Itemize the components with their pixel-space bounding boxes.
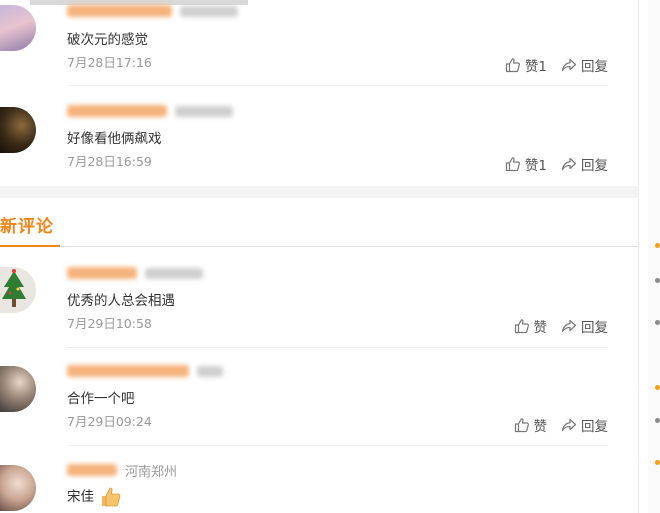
sidebar-dot [655, 320, 660, 325]
section-title[interactable]: 新评论 [0, 212, 54, 237]
comment-actions: 赞 回复 [514, 415, 608, 435]
reply-label: 回复 [581, 158, 608, 174]
comment-time: 7月29日10:58 [67, 316, 152, 331]
share-arrow-icon [561, 418, 577, 432]
like-button[interactable]: 赞1 [505, 55, 547, 75]
user-meta-blurred [145, 267, 203, 279]
reply-button[interactable]: 回复 [561, 154, 608, 174]
avatar[interactable] [0, 366, 36, 412]
reply-button[interactable]: 回复 [561, 415, 608, 435]
username-blurred[interactable] [67, 267, 137, 279]
comment-item: 好像看他俩飙戏 7月28日16:59 赞1 回复 [0, 86, 638, 186]
reply-button[interactable]: 回复 [561, 316, 608, 336]
comment-text: 破次元的感觉 [67, 32, 148, 48]
comment-time: 7月29日09:24 [67, 414, 152, 429]
username-row [67, 102, 233, 120]
comment-item: 合作一个吧 7月29日09:24 赞 回复 [0, 348, 638, 446]
like-label: 赞1 [524, 158, 547, 174]
sidebar-dot [655, 418, 660, 423]
avatar[interactable] [0, 267, 36, 313]
thumbs-up-icon [505, 157, 520, 172]
comment-item: 河南郑州 宋佳 [0, 446, 638, 513]
section-active-underline [0, 245, 60, 247]
avatar[interactable] [0, 5, 36, 51]
username-row [67, 2, 238, 20]
thumbs-up-icon [514, 418, 529, 433]
share-arrow-icon [561, 319, 577, 333]
like-label: 赞 [533, 320, 548, 336]
sidebar-dot [655, 385, 660, 390]
comment-item: 破次元的感觉 7月28日17:16 赞1 回复 [0, 0, 638, 86]
username-blurred[interactable] [67, 105, 167, 117]
user-meta-blurred [175, 105, 233, 117]
avatar[interactable] [0, 107, 36, 153]
like-button[interactable]: 赞 [514, 415, 548, 435]
section-separator [0, 186, 638, 198]
christmas-tree-icon [2, 269, 26, 307]
reply-label: 回复 [581, 59, 608, 75]
username-blurred[interactable] [67, 5, 172, 17]
user-location: 河南郑州 [125, 464, 178, 480]
sidebar-dot [655, 278, 660, 283]
sidebar-dot [655, 460, 660, 465]
comment-time: 7月28日17:16 [67, 55, 152, 70]
username-row [67, 264, 203, 282]
right-sidebar-strip [648, 0, 660, 513]
username-row: 河南郑州 [67, 461, 178, 480]
comment-item: 优秀的人总会相遇 7月29日10:58 赞 回复 [0, 248, 638, 348]
username-blurred[interactable] [67, 464, 117, 476]
section-divider [60, 246, 638, 247]
share-arrow-icon [561, 58, 577, 72]
thumbs-up-emoji-icon [102, 487, 121, 507]
sidebar-dot [655, 243, 660, 248]
comment-actions: 赞1 回复 [505, 55, 608, 75]
comment-text: 合作一个吧 [67, 391, 135, 407]
comment-actions: 赞 回复 [514, 316, 608, 336]
share-arrow-icon [561, 157, 577, 171]
reply-label: 回复 [581, 320, 608, 336]
thumbs-up-icon [514, 319, 529, 334]
comment-time: 7月28日16:59 [67, 154, 152, 169]
username-row [67, 362, 223, 380]
panel-border [638, 0, 639, 513]
like-label: 赞 [533, 419, 548, 435]
user-meta-blurred [180, 5, 238, 17]
avatar[interactable] [0, 465, 36, 511]
user-meta-blurred [197, 365, 223, 377]
comment-text: 宋佳 [67, 489, 94, 505]
reply-label: 回复 [581, 419, 608, 435]
reply-button[interactable]: 回复 [561, 55, 608, 75]
comment-text: 好像看他俩飙戏 [67, 131, 162, 147]
thumbs-up-icon [505, 58, 520, 73]
like-button[interactable]: 赞 [514, 316, 548, 336]
comment-text-row: 宋佳 [67, 485, 123, 509]
like-label: 赞1 [524, 59, 547, 75]
comment-actions: 赞1 回复 [505, 154, 608, 174]
username-blurred[interactable] [67, 365, 189, 377]
like-button[interactable]: 赞1 [505, 154, 547, 174]
comment-text: 优秀的人总会相遇 [67, 293, 175, 309]
